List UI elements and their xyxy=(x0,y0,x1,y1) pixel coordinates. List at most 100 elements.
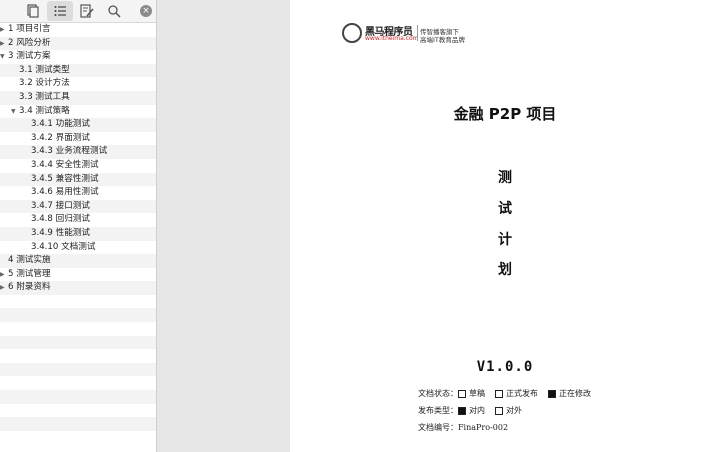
outline-item-label: 3.4.10 文档测试 xyxy=(31,241,96,252)
outline-empty-row xyxy=(0,295,156,309)
empty-box-icon xyxy=(495,389,503,398)
outline-item-label: 3.4.6 易用性测试 xyxy=(31,187,99,198)
outline-item[interactable]: 3.4.3 业务流程测试 xyxy=(0,145,156,159)
logo-url: www.itheima.com xyxy=(365,35,419,42)
annotate-icon xyxy=(80,4,94,18)
outline-item[interactable]: 3.4.6 易用性测试 xyxy=(0,186,156,200)
outline-item[interactable]: 3.4.4 安全性测试 xyxy=(0,159,156,173)
disclosure-collapsed-icon[interactable]: ▶ xyxy=(0,268,5,282)
annotations-button[interactable] xyxy=(74,1,100,21)
outline-item-label: 3.4.1 功能测试 xyxy=(31,119,90,130)
outline-item-label: 2 风险分析 xyxy=(8,37,51,48)
outline-item-label: 4 测试实施 xyxy=(8,255,51,266)
outline-item[interactable]: 3.4.9 性能测试 xyxy=(0,226,156,241)
outline-item-label: 3.4.4 安全性测试 xyxy=(31,159,99,170)
checkbox-option-label: 对内 xyxy=(469,406,485,415)
outline-item-label: 3.4.3 业务流程测试 xyxy=(31,146,108,157)
sidebar: × ▶ 1 项目引言 ▶ 2 风险分析 ▼ 3 测试方案 3.1 测试类型 3.2 设计方法 3… xyxy=(0,0,157,452)
outline-empty-row xyxy=(0,322,156,336)
checkbox-option-label: 正式发布 xyxy=(506,389,538,398)
logo-divider xyxy=(417,25,418,41)
checkbox-option: 对外 xyxy=(495,406,522,415)
search-button[interactable] xyxy=(101,1,127,21)
outline-item[interactable]: 3.3 测试工具 xyxy=(0,90,156,105)
outline-item-label: 3.4.9 性能测试 xyxy=(31,227,90,238)
disclosure-expanded-icon[interactable]: ▼ xyxy=(11,105,16,119)
outline-item[interactable]: 3.4.2 界面测试 xyxy=(0,132,156,146)
number-label: 文档编号： xyxy=(418,423,458,432)
outline-empty-row xyxy=(0,417,156,431)
thumbnails-button[interactable] xyxy=(20,1,46,21)
document-background xyxy=(157,0,290,452)
vertical-title-char: 计 xyxy=(498,232,512,248)
vertical-title-char: 测 xyxy=(498,170,512,186)
outline-empty-row xyxy=(0,404,156,418)
outline-item-label: 6 附录资料 xyxy=(8,282,51,293)
outline-item[interactable]: 3.4.5 兼容性测试 xyxy=(0,172,156,187)
vertical-title-char: 划 xyxy=(498,262,512,278)
clear-search-button[interactable]: × xyxy=(140,5,152,17)
checked-box-icon xyxy=(458,406,466,415)
outline-item[interactable]: ▶ 1 项目引言 xyxy=(0,23,156,37)
outline-item[interactable]: 3.4.10 文档测试 xyxy=(0,241,156,255)
checked-box-icon xyxy=(548,389,556,398)
checkbox-option: 草稿 xyxy=(458,389,485,398)
document-version: V1.0.0 xyxy=(476,359,534,375)
outline-empty-row xyxy=(0,390,156,404)
outline-item[interactable]: ▶ 5 测试管理 xyxy=(0,268,156,282)
outline-item-label: 3.4.5 兼容性测试 xyxy=(31,173,99,184)
checkbox-option-label: 正在修改 xyxy=(559,389,591,398)
logo: 黑马程序员 www.itheima.com 传智播客旗下 高端IT教育品牌 xyxy=(342,23,468,45)
disclosure-collapsed-icon[interactable]: ▶ xyxy=(0,37,5,51)
outline-item[interactable]: 3.4.7 接口测试 xyxy=(0,199,156,214)
disclosure-collapsed-icon[interactable]: ▶ xyxy=(0,281,5,295)
checkbox-option-label: 对外 xyxy=(506,406,522,415)
sidebar-toolbar: × xyxy=(0,0,156,23)
outline-item-label: 1 项目引言 xyxy=(8,24,51,34)
status-label: 文档状态： xyxy=(418,389,458,398)
outline-item-label: 3.4 测试策略 xyxy=(19,105,70,116)
logo-slogan-line2: 高端IT教育品牌 xyxy=(420,36,465,44)
document-status-line: 文档状态： 草稿 正式发布 正在修改 xyxy=(418,388,601,399)
checkbox-option-label: 草稿 xyxy=(469,389,485,398)
outline-item-label: 3 测试方案 xyxy=(8,51,51,62)
pages-icon xyxy=(27,4,39,18)
outline-item-label: 3.1 测试类型 xyxy=(19,64,70,75)
outline-item-label: 3.4.7 接口测试 xyxy=(31,200,90,211)
empty-box-icon xyxy=(495,406,503,415)
outline-item[interactable]: 4 测试实施 xyxy=(0,254,156,268)
checkbox-option: 正在修改 xyxy=(548,389,591,398)
number-value: FinaPro-002 xyxy=(458,423,509,432)
list-icon xyxy=(54,6,66,16)
outline-empty-row xyxy=(0,431,156,445)
outline-empty-row xyxy=(0,362,156,377)
outline-item[interactable]: ▶ 6 附录资料 xyxy=(0,281,156,295)
outline-list: ▶ 1 项目引言 ▶ 2 风险分析 ▼ 3 测试方案 3.1 测试类型 3.2 设计方法 3.3… xyxy=(0,23,156,444)
outline-item[interactable]: 3.4.1 功能测试 xyxy=(0,118,156,132)
outline-item-label: 5 测试管理 xyxy=(8,268,51,279)
outline-item-label: 3.4.2 界面测试 xyxy=(31,132,90,143)
outline-item[interactable]: ▼ 3 测试方案 xyxy=(0,50,156,64)
publish-label: 发布类型： xyxy=(418,406,458,415)
outline-item-label: 3.2 设计方法 xyxy=(19,78,70,89)
disclosure-expanded-icon[interactable]: ▼ xyxy=(0,50,5,64)
outline-item[interactable]: ▼ 3.4 测试策略 xyxy=(0,105,156,119)
empty-box-icon xyxy=(458,389,466,398)
checkbox-option: 对内 xyxy=(458,406,485,415)
outline-empty-row xyxy=(0,376,156,390)
disclosure-collapsed-icon[interactable]: ▶ xyxy=(0,23,5,37)
outline-item[interactable]: 3.2 设计方法 xyxy=(0,77,156,91)
checkbox-option: 正式发布 xyxy=(495,389,538,398)
outline-empty-row xyxy=(0,308,156,323)
outline-button[interactable] xyxy=(47,1,73,21)
search-icon xyxy=(108,5,121,18)
outline-empty-row xyxy=(0,349,156,363)
vertical-title-char: 试 xyxy=(498,201,512,217)
outline-item-label: 3.4.8 回归测试 xyxy=(31,214,90,225)
outline-item-label: 3.3 测试工具 xyxy=(19,91,70,102)
outline-empty-row xyxy=(0,335,156,350)
outline-item[interactable]: 3.1 测试类型 xyxy=(0,63,156,78)
logo-mark-icon xyxy=(342,23,362,43)
outline-item[interactable]: 3.4.8 回归测试 xyxy=(0,213,156,227)
outline-item[interactable]: ▶ 2 风险分析 xyxy=(0,36,156,51)
